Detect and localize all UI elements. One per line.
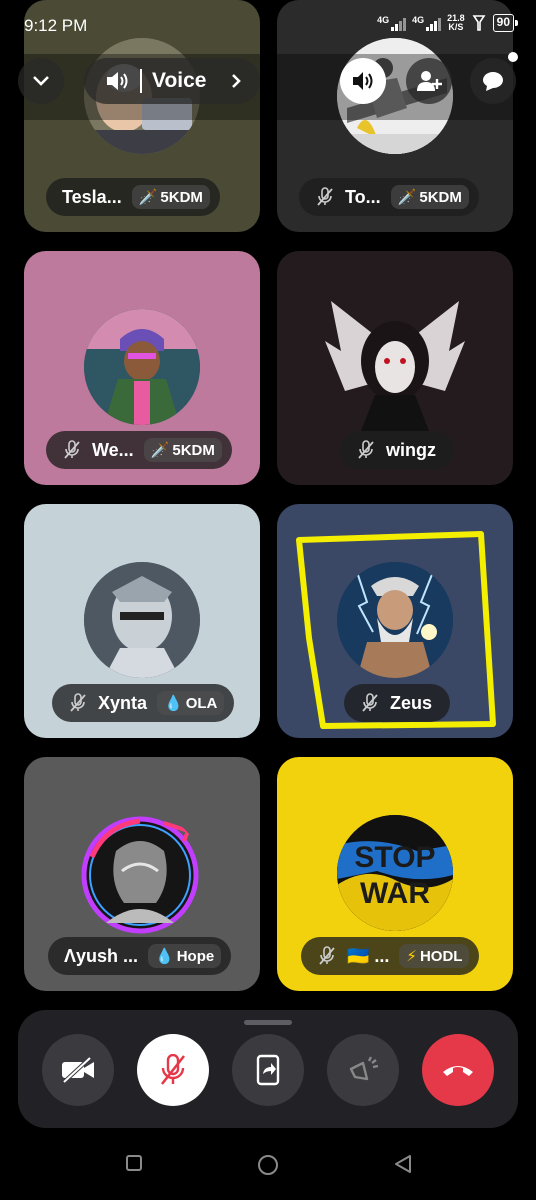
nameplate: Zeus <box>344 684 451 722</box>
diamond-icon: 💧 <box>164 695 183 712</box>
recents-icon[interactable] <box>125 1154 143 1172</box>
avatar <box>84 309 200 425</box>
participant-tile[interactable]: Λyush ... 💧 Hope <box>24 757 260 991</box>
participant-name: wingz <box>386 439 436 460</box>
back-icon[interactable] <box>393 1154 413 1174</box>
leave-call-button[interactable] <box>422 1034 494 1106</box>
server-tag-badge: 🗡️ 5KDM <box>390 185 469 209</box>
participant-tile[interactable]: Zeus <box>277 504 513 738</box>
participant-tile[interactable]: wingz <box>277 251 513 485</box>
avatar <box>337 562 453 678</box>
chevron-right-icon <box>232 74 242 88</box>
mic-off-icon <box>160 1054 186 1085</box>
signal-icon-2: 4G <box>412 15 442 31</box>
camera-off-icon <box>62 1056 94 1084</box>
avatar: STOP WAR <box>337 815 453 931</box>
mic-muted-icon <box>362 693 378 712</box>
network-speed: 21.8 K/S <box>447 13 465 32</box>
sword-icon: 🗡️ <box>138 189 158 206</box>
participant-name: Xynta <box>98 692 148 713</box>
lightning-icon: ⚡ <box>406 948 417 965</box>
avatar <box>321 291 469 431</box>
nameplate: To... 🗡️ 5KDM <box>299 178 479 216</box>
invite-button[interactable] <box>406 58 452 104</box>
participant-name: Λyush ... <box>64 945 139 966</box>
status-icons: 4G 4G 21.8 K/S 90 <box>377 13 519 32</box>
server-tag-badge: 🗡️ 5KDM <box>131 185 210 209</box>
server-tag-badge: 💧 Hope <box>148 944 222 968</box>
status-time: 9:12 PM <box>24 16 88 35</box>
nameplate: We... 🗡️ 5KDM <box>46 431 232 469</box>
chevron-down-icon <box>33 76 49 86</box>
avatar-text-war: WAR <box>360 877 430 910</box>
nameplate: 🇺🇦 ... ⚡ HODL <box>301 937 480 975</box>
mic-muted-icon <box>319 946 335 965</box>
speaker-icon <box>107 72 128 90</box>
sword-icon: 🗡️ <box>397 189 417 206</box>
participant-name: Tesla... <box>62 186 122 207</box>
participant-name: We... <box>92 439 134 460</box>
nameplate: wingz <box>340 431 454 469</box>
call-header: Voice <box>0 52 536 120</box>
participant-tile[interactable]: Xynta 💧 OLA <box>24 504 260 738</box>
camera-off-button[interactable] <box>42 1034 114 1106</box>
channel-label: Voice <box>152 69 207 92</box>
status-bar: 9:12 PM 4G 4G 21.8 K/S 90 <box>0 0 536 54</box>
signal-icon-1: 4G <box>377 15 407 31</box>
volume-icon <box>353 72 373 90</box>
hang-up-icon <box>443 1066 473 1076</box>
diamond-icon: 💧 <box>155 948 174 965</box>
participant-tile[interactable]: STOP WAR 🇺🇦 ... ⚡ HODL <box>277 757 513 991</box>
mic-muted-icon <box>317 187 333 206</box>
nameplate: Xynta 💧 OLA <box>52 684 235 722</box>
home-icon[interactable] <box>257 1154 279 1176</box>
nameplate: Λyush ... 💧 Hope <box>48 937 232 975</box>
participant-name: 🇺🇦 ... <box>347 945 390 966</box>
participant-name: To... <box>345 186 381 207</box>
mic-muted-icon <box>64 440 80 459</box>
mic-muted-icon <box>358 440 374 459</box>
screen-share-button[interactable] <box>232 1034 304 1106</box>
sword-icon: 🗡️ <box>150 442 170 459</box>
drag-handle[interactable] <box>244 1020 292 1025</box>
soundboard-button[interactable] <box>327 1034 399 1106</box>
sparkle-speaker-icon <box>349 1056 379 1081</box>
nfc-icon <box>472 15 486 31</box>
chat-button[interactable] <box>470 52 518 104</box>
screen-share-icon <box>256 1054 280 1086</box>
channel-name-button[interactable]: Voice <box>84 58 260 104</box>
system-nav-bar <box>0 1128 536 1200</box>
mute-toggle-button[interactable] <box>137 1034 209 1106</box>
chat-bubble-icon <box>483 72 503 91</box>
server-tag-badge: 💧 OLA <box>157 691 225 715</box>
participant-name: Zeus <box>390 692 433 713</box>
avatar <box>76 811 204 939</box>
call-controls-panel <box>18 1010 518 1128</box>
server-tag-badge: 🗡️ 5KDM <box>143 438 222 462</box>
mic-muted-icon <box>70 693 86 712</box>
avatar <box>84 562 200 678</box>
participant-tile[interactable]: We... 🗡️ 5KDM <box>24 251 260 485</box>
battery-indicator: 90 <box>492 14 519 32</box>
divider <box>140 69 142 93</box>
avatar-text-stop: STOP <box>354 841 435 874</box>
add-user-icon <box>417 71 442 91</box>
collapse-button[interactable] <box>18 58 64 104</box>
nameplate: Tesla... 🗡️ 5KDM <box>46 178 220 216</box>
speaker-toggle-button[interactable] <box>340 58 386 104</box>
server-tag-badge: ⚡ HODL <box>399 944 470 968</box>
